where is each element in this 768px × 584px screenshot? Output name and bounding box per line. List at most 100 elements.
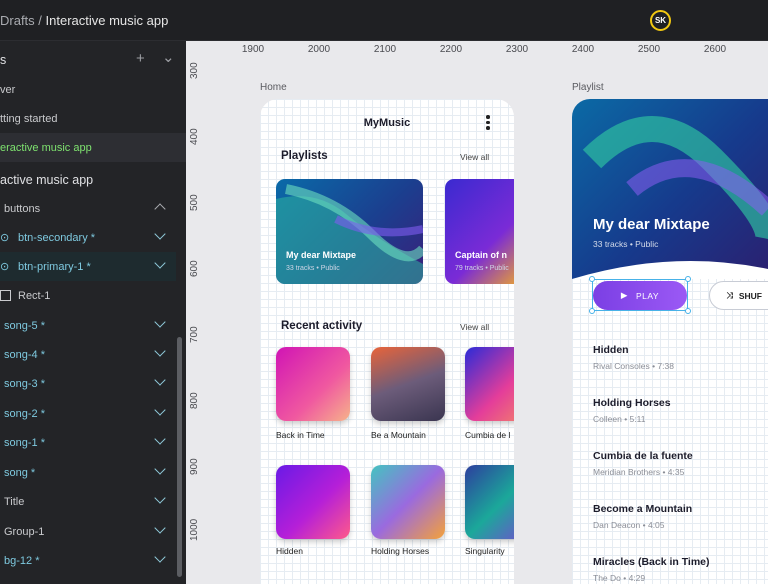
playlist-meta: 33 tracks • Public <box>593 239 659 249</box>
song-meta: Colleen • 5:11 <box>593 414 646 424</box>
recent-tile-label: Back in Time <box>276 430 325 440</box>
playlist-hero-artwork <box>572 116 768 279</box>
recent-tile-artwork[interactable] <box>371 347 445 421</box>
playlist-frame[interactable]: My dear Mixtape 33 tracks • Public ▶ PLA… <box>572 99 768 584</box>
layer-btn-secondary[interactable]: ⊙ btn-secondary * <box>0 223 176 252</box>
page-item-getting-started[interactable]: tting started <box>0 104 186 133</box>
playlists-section-title: Playlists <box>281 150 328 162</box>
song-artist: Dan Deacon <box>593 520 641 530</box>
shuffle-button-label: SHUF <box>738 290 762 301</box>
layer-song-5[interactable]: song-5 * <box>0 311 176 340</box>
page-item-interactive-music-app[interactable]: eractive music app <box>0 133 186 162</box>
expand-icon[interactable] <box>154 404 166 416</box>
frame-label-home[interactable]: Home <box>260 82 287 93</box>
expand-icon[interactable] <box>154 522 166 534</box>
song-title: Become a Mountain <box>593 503 693 515</box>
add-page-icon[interactable]: + <box>136 50 145 67</box>
layer-label: song-1 * <box>4 436 45 449</box>
layer-song-3[interactable]: song-3 * <box>0 369 176 398</box>
page-item-label: ver <box>0 83 16 96</box>
ruler-tick: 2400 <box>571 44 595 55</box>
song-artist: Meridian Brothers <box>593 467 661 477</box>
playlist-card-title: Captain of n <box>455 250 507 260</box>
layers-sidebar: s + ⌄ ver tting started eractive music a… <box>0 41 186 584</box>
playlist-title: My dear Mixtape <box>593 216 710 233</box>
recent-view-all-link[interactable]: View all <box>460 322 489 332</box>
expand-icon[interactable] <box>154 257 166 269</box>
resize-handle[interactable] <box>589 276 595 282</box>
ruler-tick: 2200 <box>439 44 463 55</box>
breadcrumb: Drafts / Interactive music app <box>0 13 168 28</box>
shuffle-icon: ⤨ <box>726 290 733 300</box>
shuffle-button[interactable]: ⤨ SHUF <box>709 281 768 310</box>
ruler-tick: 2000 <box>307 44 331 55</box>
resize-handle[interactable] <box>589 308 595 314</box>
playlists-view-all-link[interactable]: View all <box>460 152 489 162</box>
recent-tile-label: Holding Horses <box>371 546 430 556</box>
rectangle-icon <box>0 290 11 301</box>
resize-handle[interactable] <box>685 276 691 282</box>
expand-icon[interactable] <box>154 228 166 240</box>
layers-header-label: active music app <box>0 172 94 187</box>
song-meta: The Do • 4:29 <box>593 573 646 583</box>
song-row[interactable]: Miracles (Back in Time) The Do • 4:29 <box>593 556 710 583</box>
ruler-tick: 2500 <box>637 44 661 55</box>
layer-group-1[interactable]: Group-1 <box>0 517 176 546</box>
collapse-pages-icon[interactable]: ⌄ <box>162 48 175 66</box>
song-row[interactable]: Holding Horses Colleen • 5:11 <box>593 397 671 424</box>
layer-label: Title <box>4 495 25 508</box>
layer-label: bg-12 * <box>4 554 40 567</box>
recent-tile-label: Be a Mountain <box>371 430 426 440</box>
expand-icon[interactable] <box>154 551 166 563</box>
recent-tile-artwork[interactable] <box>465 347 514 421</box>
ruler-tick: 500 <box>189 194 200 211</box>
layer-label: song-5 * <box>4 319 45 332</box>
layer-song-2[interactable]: song-2 * <box>0 399 176 428</box>
expand-icon[interactable] <box>154 492 166 504</box>
breadcrumb-drafts[interactable]: Drafts <box>0 13 35 28</box>
expand-icon[interactable] <box>154 345 166 357</box>
layer-title[interactable]: Title <box>0 487 176 516</box>
ruler-tick: 400 <box>189 128 200 145</box>
recent-tile-artwork[interactable] <box>465 465 514 539</box>
breadcrumb-separator: / <box>34 13 46 28</box>
layer-buttons[interactable]: buttons <box>0 194 176 223</box>
layer-label: btn-primary-1 * <box>18 260 91 273</box>
collapse-icon[interactable] <box>154 203 166 215</box>
more-options-icon[interactable] <box>486 115 490 131</box>
recent-tile-artwork[interactable] <box>371 465 445 539</box>
expand-icon[interactable] <box>154 433 166 445</box>
resize-handle[interactable] <box>685 308 691 314</box>
expand-icon[interactable] <box>154 316 166 328</box>
layer-rect-1[interactable]: Rect-1 <box>0 281 176 310</box>
recent-tile-artwork[interactable] <box>276 347 350 421</box>
song-meta: Rival Consoles • 7:38 <box>593 361 674 371</box>
playlist-card[interactable]: My dear Mixtape 33 tracks • Public <box>276 179 423 284</box>
song-row[interactable]: Become a Mountain Dan Deacon • 4:05 <box>593 503 692 530</box>
expand-icon[interactable] <box>154 463 166 475</box>
ruler-tick: 300 <box>189 62 200 79</box>
page-item-cover[interactable]: ver <box>0 75 186 104</box>
selection-outline <box>592 279 688 311</box>
layers-scrollbar[interactable] <box>177 337 182 577</box>
ruler-tick: 1000 <box>189 518 200 541</box>
layer-song[interactable]: song * <box>0 458 176 487</box>
layer-song-1[interactable]: song-1 * <box>0 428 176 457</box>
breadcrumb-current-file[interactable]: Interactive music app <box>46 13 169 28</box>
ruler-tick: 1900 <box>241 44 265 55</box>
layer-song-4[interactable]: song-4 * <box>0 340 176 369</box>
recent-tile-label: Singularity <box>465 546 505 556</box>
frame-label-playlist[interactable]: Playlist <box>572 82 604 93</box>
song-duration: 4:05 <box>647 520 665 530</box>
pages-header-label: s <box>0 52 7 67</box>
playlist-card[interactable]: Captain of n 79 tracks • Public <box>445 179 514 284</box>
expand-icon[interactable] <box>154 374 166 386</box>
layer-btn-primary-1[interactable]: ⊙ btn-primary-1 * <box>0 252 176 281</box>
recent-tile-artwork[interactable] <box>276 465 350 539</box>
song-row[interactable]: Cumbia de la fuente Meridian Brothers • … <box>593 450 693 477</box>
song-row[interactable]: Hidden Rival Consoles • 7:38 <box>593 344 674 371</box>
design-canvas[interactable]: 1900 2000 2100 2200 2300 2400 2500 2600 … <box>186 41 768 584</box>
user-avatar[interactable]: SK <box>650 10 671 31</box>
home-frame[interactable]: MyMusic Playlists View all My dear Mixta… <box>260 99 514 584</box>
layer-bg-12[interactable]: bg-12 * <box>0 546 176 575</box>
